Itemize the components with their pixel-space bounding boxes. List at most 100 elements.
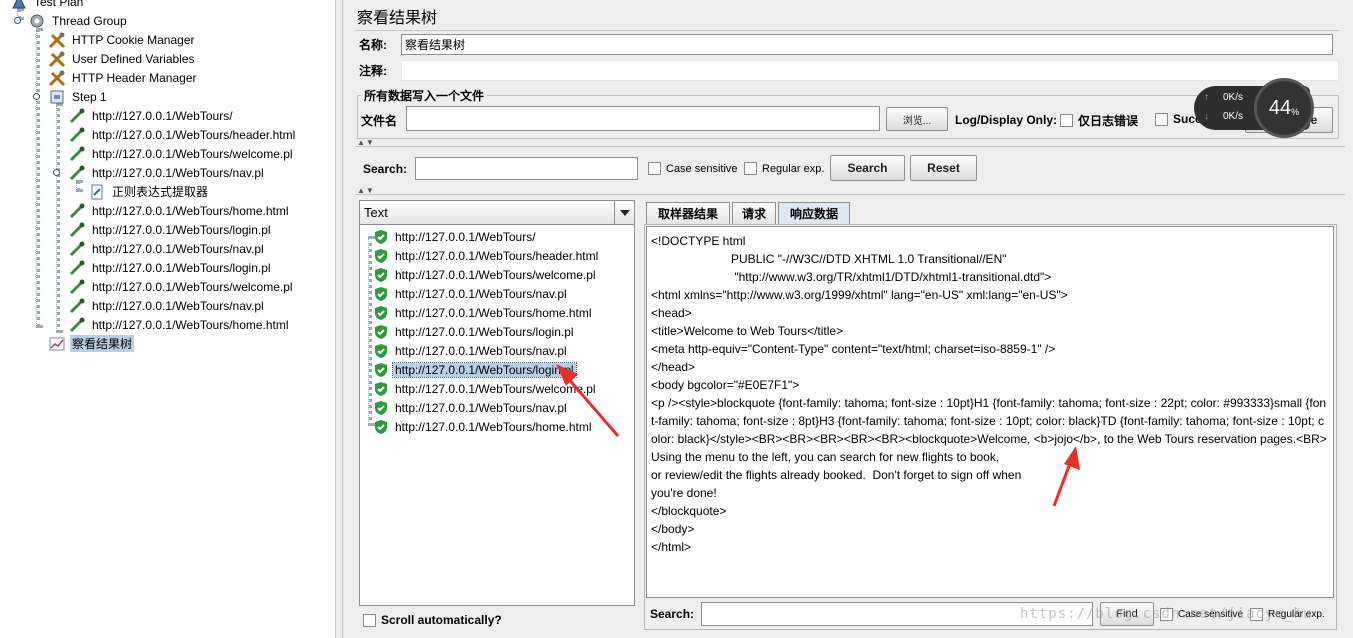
tree-node-label: HTTP Cookie Manager <box>72 32 195 47</box>
page-title: 察看结果树 <box>357 10 438 27</box>
chevron-down-icon[interactable] <box>614 201 634 224</box>
filename-label: 文件名 <box>361 114 398 128</box>
search-input[interactable] <box>415 157 638 180</box>
collapse-toggle-icon[interactable] <box>32 92 41 101</box>
split-pane-divider[interactable] <box>335 0 343 638</box>
renderer-value: Text <box>364 205 388 220</box>
tree-node-label: 察看结果树 <box>70 335 135 352</box>
tree-node-thread-group[interactable]: Thread Group <box>28 11 129 30</box>
result-item[interactable]: http://127.0.0.1/WebTours/ <box>373 227 538 246</box>
tree-node-sampler[interactable]: http://127.0.0.1/WebTours/login.pl <box>68 258 273 277</box>
search-label: Search: <box>363 162 408 176</box>
pipette-icon <box>68 278 86 296</box>
success-shield-icon <box>375 229 387 244</box>
tree-node-sampler[interactable]: http://127.0.0.1/WebTours/login.pl <box>68 220 273 239</box>
tree-node-label: Step 1 <box>72 89 107 104</box>
result-item[interactable]: http://127.0.0.1/WebTours/login.pl <box>373 322 576 341</box>
tab-sampler-result[interactable]: 取样器结果 <box>646 202 730 224</box>
tree-node-sampler[interactable]: http://127.0.0.1/WebTours/welcome.pl <box>68 144 295 163</box>
regular-exp-row[interactable]: Regular exp. <box>744 162 824 175</box>
wrench-icon <box>48 50 66 68</box>
tree-node-label: http://127.0.0.1/WebTours/home.html <box>92 317 289 332</box>
pipette-icon <box>68 107 86 125</box>
pipette-icon <box>68 221 86 239</box>
pipette-icon <box>68 145 86 163</box>
pipette-icon <box>68 259 86 277</box>
response-text[interactable]: <!DOCTYPE html PUBLIC "-//W3C//DTD XHTML… <box>646 226 1334 598</box>
result-label: http://127.0.0.1/WebTours/login.pl <box>392 361 577 378</box>
tree-node-view-results-tree[interactable]: 察看结果树 <box>48 334 135 353</box>
annotation-arrow-icon <box>556 364 620 437</box>
collapse-toggle-icon[interactable] <box>52 168 61 177</box>
success-shield-icon <box>375 305 387 320</box>
case-sensitive-checkbox[interactable] <box>648 162 661 175</box>
comment-field[interactable] <box>401 60 1339 81</box>
tree-node-label: http://127.0.0.1/WebTours/nav.pl <box>92 165 264 180</box>
tree-node-header-manager[interactable]: HTTP Header Manager <box>48 68 199 87</box>
reset-button[interactable]: Reset <box>910 155 977 181</box>
log-display-label: Log/Display Only: <box>955 113 1058 127</box>
memory-usage-ring[interactable]: 44% <box>1254 78 1314 138</box>
scroll-auto-checkbox[interactable] <box>363 613 376 627</box>
comment-row: 注释: <box>355 60 1339 81</box>
case-sensitive-row[interactable]: Case sensitive <box>648 162 738 175</box>
annotation-arrow-icon <box>1052 446 1080 507</box>
success-shield-icon <box>375 381 387 396</box>
tree-node-sampler[interactable]: http://127.0.0.1/WebTours/home.html <box>68 315 291 334</box>
tree-line <box>56 103 60 333</box>
result-item[interactable]: http://127.0.0.1/WebTours/nav.pl <box>373 398 569 417</box>
browse-button[interactable]: 浏览... <box>886 107 948 131</box>
upload-arrow-icon: ↑ <box>1204 92 1209 103</box>
result-label: http://127.0.0.1/WebTours/header.html <box>395 248 599 263</box>
tab-response-data[interactable]: 响应数据 <box>778 202 850 224</box>
tree-node-regex-extractor[interactable]: 正则表达式提取器 <box>88 182 210 201</box>
name-field[interactable]: 察看结果树 <box>401 34 1333 55</box>
tree-node-sampler[interactable]: http://127.0.0.1/WebTours/header.html <box>68 125 297 144</box>
tree-node-label: http://127.0.0.1/WebTours/ <box>92 108 233 123</box>
tree-node-label: Thread Group <box>52 13 127 28</box>
result-label: http://127.0.0.1/WebTours/home.html <box>395 305 592 320</box>
upload-row: ↑ 0K/s <box>1204 92 1243 103</box>
pipette-icon <box>68 240 86 258</box>
result-item[interactable]: http://127.0.0.1/WebTours/header.html <box>373 246 600 265</box>
tree-node-user-vars[interactable]: User Defined Variables <box>48 49 197 68</box>
result-item[interactable]: http://127.0.0.1/WebTours/welcome.pl <box>373 265 598 284</box>
tree-node-test-plan[interactable]: Test Plan <box>10 0 85 11</box>
regular-exp-label: Regular exp. <box>762 162 825 175</box>
successes-checkbox[interactable] <box>1155 112 1168 126</box>
search-button[interactable]: Search <box>830 155 905 181</box>
errors-only-checkbox-row[interactable]: 仅日志错误 <box>1060 112 1138 129</box>
regular-exp-checkbox[interactable] <box>744 162 757 175</box>
success-shield-icon <box>375 286 387 301</box>
result-item[interactable]: http://127.0.0.1/WebTours/nav.pl <box>373 341 569 360</box>
success-shield-icon <box>375 419 387 434</box>
scroll-auto-label: Scroll automatically? <box>381 613 502 627</box>
success-shield-icon <box>375 362 387 377</box>
memory-percent: 44 <box>1268 96 1292 119</box>
panel-header <box>355 3 1339 31</box>
tree-node-sampler[interactable]: http://127.0.0.1/WebTours/welcome.pl <box>68 277 295 296</box>
test-plan-tree[interactable]: Test Plan Thread Group HTTP Cookie Manag… <box>0 0 335 638</box>
tree-node-sampler[interactable]: http://127.0.0.1/WebTours/nav.pl <box>68 239 266 258</box>
errors-only-checkbox[interactable] <box>1060 114 1073 127</box>
filename-input[interactable] <box>406 106 880 131</box>
tree-node-cookie-manager[interactable]: HTTP Cookie Manager <box>48 30 197 49</box>
tree-node-sampler[interactable]: http://127.0.0.1/WebTours/nav.pl <box>68 296 266 315</box>
scroll-auto-row[interactable]: Scroll automatically? <box>363 613 502 627</box>
renderer-select[interactable]: Text <box>359 200 635 225</box>
tree-node-sampler[interactable]: http://127.0.0.1/WebTours/ <box>68 106 235 125</box>
watermark: https://blog.csdn.net/jiaoyu_hu <box>1020 606 1313 622</box>
collapse-toggle-icon[interactable] <box>13 16 22 25</box>
result-label: http://127.0.0.1/WebTours/welcome.pl <box>395 267 596 282</box>
result-label: http://127.0.0.1/WebTours/nav.pl <box>395 286 567 301</box>
result-label: http://127.0.0.1/WebTours/nav.pl <box>395 343 567 358</box>
tree-node-sampler[interactable]: http://127.0.0.1/WebTours/home.html <box>68 201 291 220</box>
tree-node-step1[interactable]: Step 1 <box>48 87 109 106</box>
tree-node-sampler[interactable]: http://127.0.0.1/WebTours/nav.pl <box>68 163 266 182</box>
tab-request[interactable]: 请求 <box>732 202 776 224</box>
result-item[interactable]: http://127.0.0.1/WebTours/nav.pl <box>373 284 569 303</box>
extractor-icon <box>88 183 106 201</box>
result-item[interactable]: http://127.0.0.1/WebTours/home.html <box>373 303 594 322</box>
result-item-selected[interactable]: http://127.0.0.1/WebTours/login.pl <box>373 360 577 379</box>
tree-line <box>36 28 40 328</box>
